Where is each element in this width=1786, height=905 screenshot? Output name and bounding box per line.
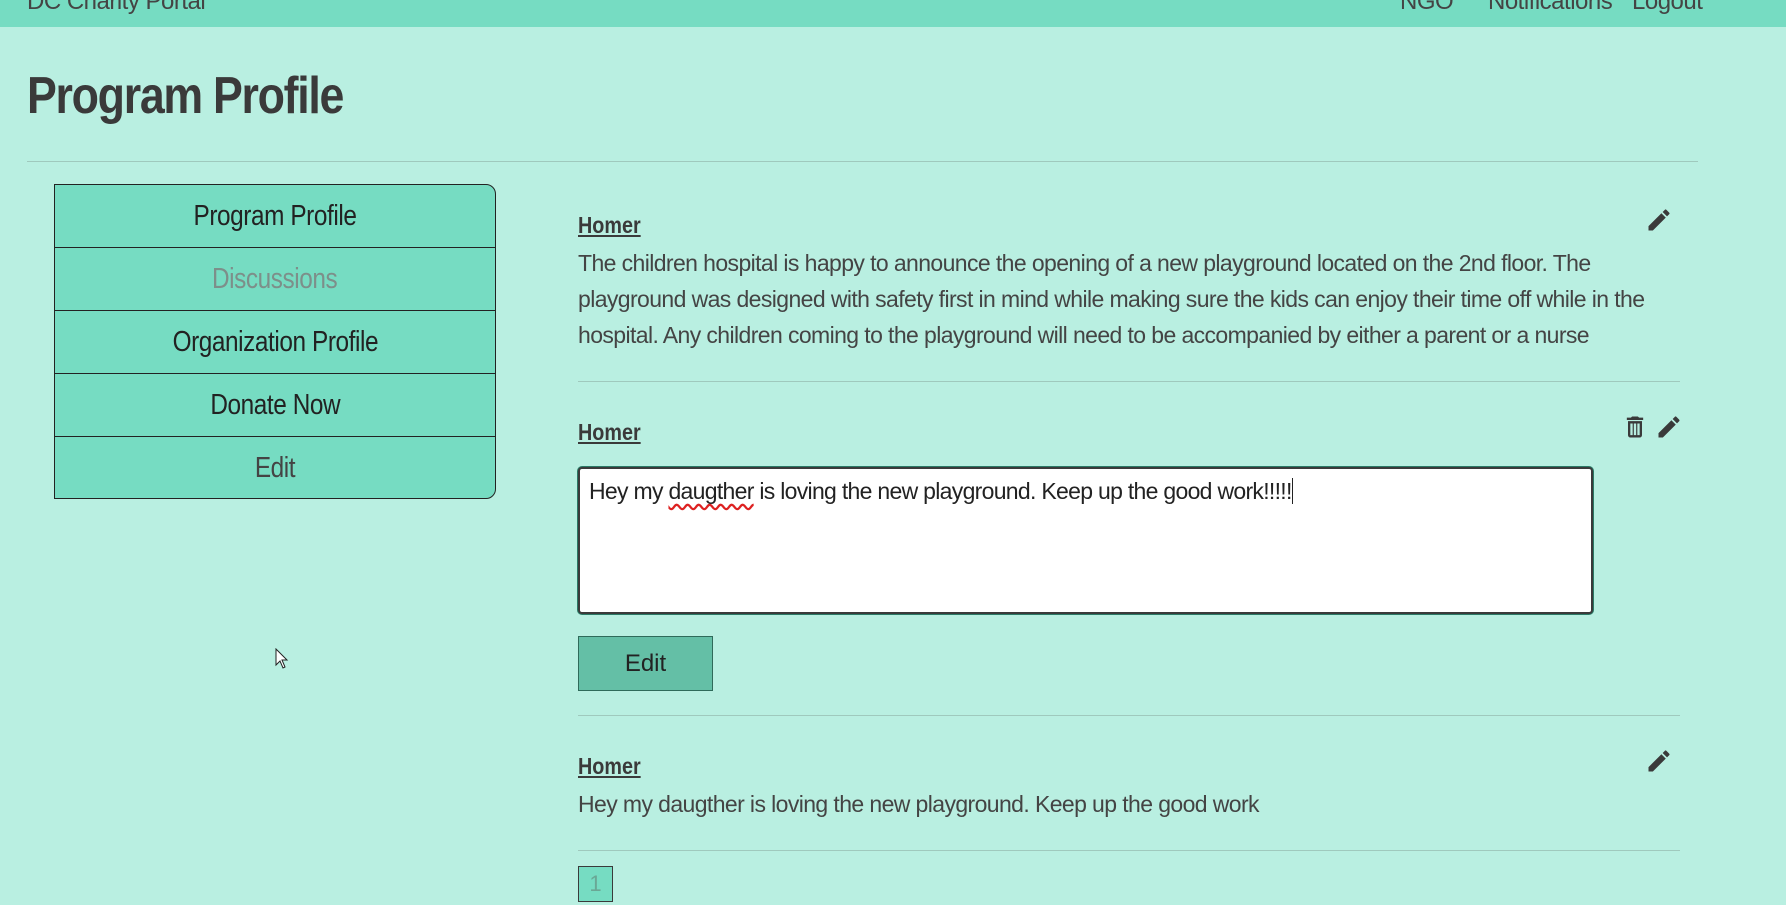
edit-submit-button[interactable]: Edit: [578, 636, 713, 691]
post-divider: [578, 381, 1680, 382]
post-divider: [578, 850, 1680, 851]
post-author-link[interactable]: Homer: [578, 753, 641, 780]
sidebar-item-organization-profile[interactable]: Organization Profile: [55, 311, 495, 374]
discussion-post: Homer The children hospital is happy to …: [578, 212, 1680, 353]
sidebar-item-label: Program Profile: [193, 199, 357, 232]
nav-ngo-link[interactable]: NGO: [1400, 0, 1454, 16]
nav-notifications-link[interactable]: Notifications: [1488, 0, 1613, 16]
sidebar-item-label: Donate Now: [210, 388, 340, 421]
pencil-icon[interactable]: [1655, 413, 1683, 441]
page-title: Program Profile: [27, 67, 344, 125]
post-body: Hey my daugther is loving the new playgr…: [578, 791, 1260, 817]
sidebar-item-program-profile[interactable]: Program Profile: [55, 185, 495, 248]
post-author-link[interactable]: Homer: [578, 212, 641, 239]
sidebar-item-discussions[interactable]: Discussions: [55, 248, 495, 311]
post-edit-value: Hey my daugther is loving the new playgr…: [589, 478, 1293, 504]
post-divider: [578, 715, 1680, 716]
sidebar-item-donate-now[interactable]: Donate Now: [55, 374, 495, 437]
discussion-post: Homer Hey my daugther is loving the new …: [578, 753, 1680, 822]
sidebar-item-label: Edit: [254, 452, 296, 484]
side-nav: Program Profile Discussions Organization…: [54, 184, 496, 499]
post-author-link[interactable]: Homer: [578, 419, 641, 446]
trash-icon[interactable]: [1621, 413, 1649, 441]
mouse-cursor-icon: [275, 648, 289, 669]
title-divider: [27, 161, 1698, 162]
pencil-icon[interactable]: [1645, 206, 1673, 234]
sidebar-item-label: Discussions: [212, 262, 338, 295]
pencil-icon[interactable]: [1645, 747, 1673, 775]
post-body: The children hospital is happy to announ…: [578, 250, 1645, 348]
brand-link[interactable]: DC Charity Portal: [27, 0, 206, 16]
sidebar-item-label: Organization Profile: [172, 325, 378, 358]
top-navbar: DC Charity Portal NGO Notifications Logo…: [0, 0, 1786, 27]
discussion-post-editing: Homer: [578, 419, 1680, 446]
nav-logout-link[interactable]: Logout: [1632, 0, 1703, 16]
pagination-page[interactable]: 1: [578, 866, 613, 902]
sidebar-item-edit[interactable]: Edit: [55, 437, 495, 498]
